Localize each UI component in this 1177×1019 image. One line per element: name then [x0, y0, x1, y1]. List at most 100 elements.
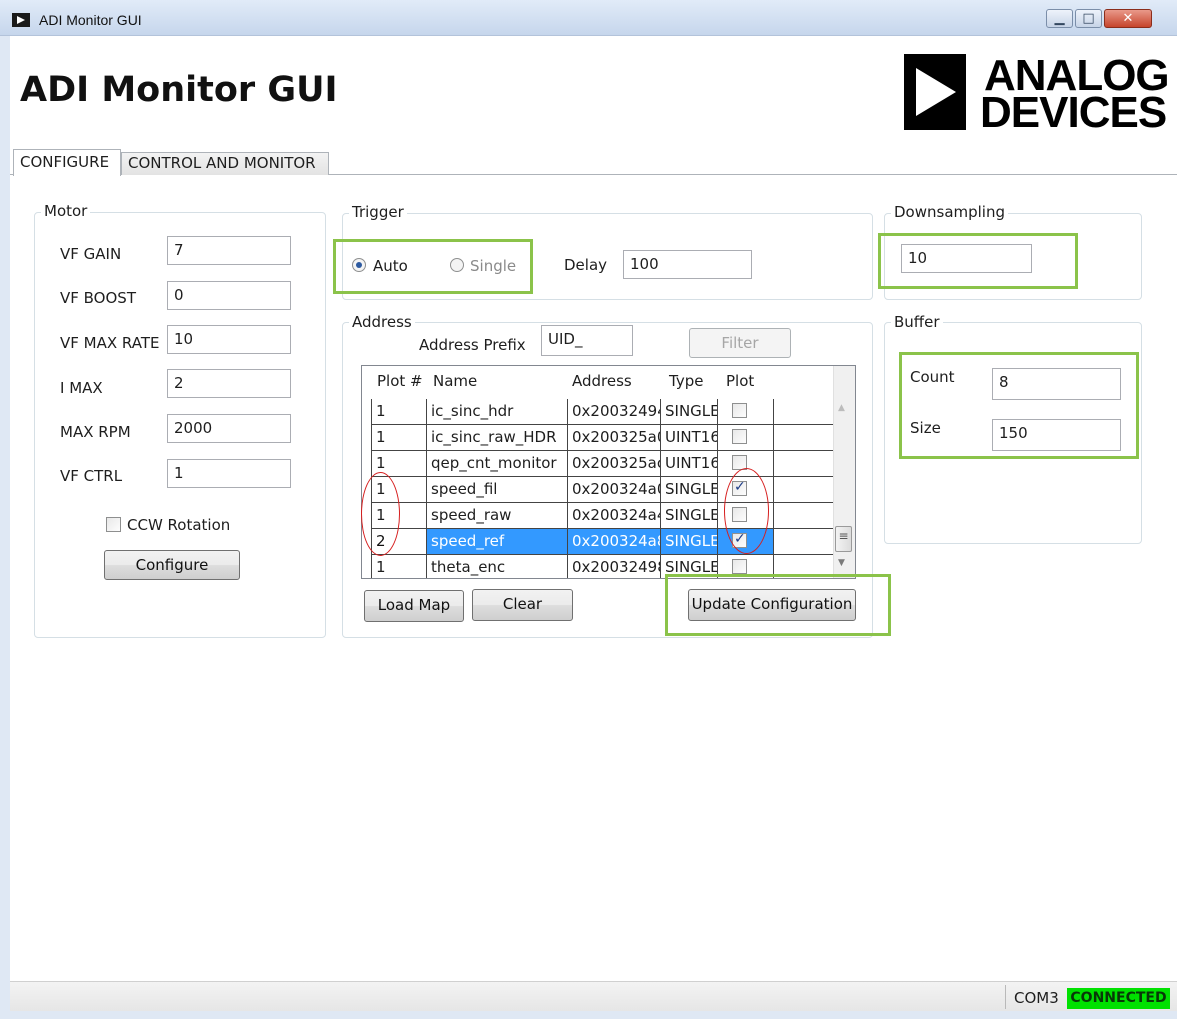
tab-configure[interactable]: CONFIGURE	[13, 149, 121, 176]
connection-status-badge: CONNECTED	[1067, 988, 1170, 1009]
plot-checkbox[interactable]	[732, 429, 747, 444]
title-bar[interactable]	[0, 0, 1177, 36]
ccw-rotation-checkbox[interactable]	[106, 517, 121, 532]
downsampling-field[interactable]: 10	[901, 244, 1032, 273]
load-map-button[interactable]: Load Map	[364, 590, 464, 622]
maximize-icon: □	[1082, 11, 1095, 26]
max-rpm-label: MAX RPM	[60, 423, 131, 441]
address-cell: 0x200324a4	[568, 503, 661, 529]
address-cell: 0x200325a0	[568, 425, 661, 451]
column-header-type[interactable]: Type	[669, 372, 703, 390]
table-row-selected[interactable]: 2 speed_ref 0x200324a8 SINGLE	[371, 529, 836, 555]
scroll-down-arrow-icon[interactable]: ▼	[838, 558, 845, 568]
address-prefix-label: Address Prefix	[419, 336, 526, 354]
plot-number-cell[interactable]: 1	[371, 399, 427, 425]
count-label: Count	[910, 368, 955, 386]
type-cell: UINT16	[661, 451, 718, 477]
close-icon: ✕	[1122, 11, 1134, 26]
i-max-label: I MAX	[60, 379, 103, 397]
type-cell: SINGLE	[661, 503, 718, 529]
table-row[interactable]: 1 ic_sinc_hdr 0x20032494 SINGLE	[371, 399, 836, 425]
plot-checkbox-annotation-ellipse	[724, 468, 769, 554]
window-frame-bottom	[0, 1011, 1177, 1019]
address-cell: 0x20032494	[568, 399, 661, 425]
name-cell: speed_raw	[427, 503, 568, 529]
tab-control-and-monitor[interactable]: CONTROL AND MONITOR	[121, 152, 329, 175]
vf-max-rate-label: VF MAX RATE	[60, 334, 160, 352]
column-header-name[interactable]: Name	[433, 372, 477, 390]
address-cell: 0x20032498	[568, 555, 661, 578]
type-cell: UINT16	[661, 425, 718, 451]
size-label: Size	[910, 419, 941, 437]
vf-ctrl-field[interactable]: 1	[167, 459, 291, 488]
app-icon	[12, 13, 30, 27]
trigger-group-label: Trigger	[349, 203, 407, 221]
vf-max-rate-field[interactable]: 10	[167, 325, 291, 354]
address-cell: 0x200324a0	[568, 477, 661, 503]
update-configuration-button[interactable]: Update Configuration	[688, 589, 856, 621]
filler-cell	[774, 399, 836, 425]
filter-button[interactable]: Filter	[689, 328, 791, 358]
size-field[interactable]: 150	[992, 419, 1121, 451]
minimize-button[interactable]: ▁	[1046, 9, 1073, 28]
filler-cell	[774, 503, 836, 529]
name-cell: speed_ref	[427, 529, 568, 555]
plot-cell	[718, 399, 774, 425]
address-cell: 0x200324a8	[568, 529, 661, 555]
window-frame-left	[0, 36, 10, 1019]
type-cell: SINGLE	[661, 477, 718, 503]
ccw-rotation-label: CCW Rotation	[127, 516, 231, 534]
analog-devices-logo-icon	[904, 54, 966, 130]
name-cell: ic_sinc_raw_HDR	[427, 425, 568, 451]
brand-name-line2: DEVICES	[980, 88, 1167, 137]
vf-gain-label: VF GAIN	[60, 245, 122, 263]
column-header-address[interactable]: Address	[572, 372, 632, 390]
status-separator	[1005, 985, 1006, 1009]
count-field[interactable]: 8	[992, 368, 1121, 400]
i-max-field[interactable]: 2	[167, 369, 291, 398]
scroll-up-arrow-icon[interactable]: ▲	[838, 403, 845, 413]
grip-icon: ≡	[838, 529, 849, 543]
vf-boost-label: VF BOOST	[60, 289, 136, 307]
configure-button[interactable]: Configure	[104, 550, 240, 580]
name-cell: theta_enc	[427, 555, 568, 578]
window-title: ADI Monitor GUI	[39, 12, 142, 28]
vf-gain-field[interactable]: 7	[167, 236, 291, 265]
scrollbar-thumb[interactable]: ≡	[835, 526, 852, 552]
type-cell: SINGLE	[661, 399, 718, 425]
plot-number-annotation-ellipse	[361, 472, 400, 556]
downsampling-group-label: Downsampling	[891, 203, 1009, 221]
table-row[interactable]: 1 ic_sinc_raw_HDR 0x200325a0 UINT16	[371, 425, 836, 451]
plot-checkbox[interactable]	[732, 403, 747, 418]
plot-checkbox[interactable]	[732, 559, 747, 574]
column-header-plot[interactable]: Plot	[726, 372, 754, 390]
column-header-plot-num[interactable]: Plot #	[377, 372, 423, 390]
table-row[interactable]: 1 qep_cnt_monitor 0x200325ac UINT16	[371, 451, 836, 477]
address-table: Plot # Name Address Type Plot 1 ic_sinc_…	[361, 365, 856, 579]
clear-button[interactable]: Clear	[472, 589, 573, 621]
buffer-group-label: Buffer	[891, 313, 943, 331]
page-title: ADI Monitor GUI	[20, 70, 338, 110]
plot-number-cell[interactable]: 1	[371, 555, 427, 578]
auto-radio[interactable]	[352, 258, 366, 272]
filler-cell	[774, 529, 836, 555]
name-cell: ic_sinc_hdr	[427, 399, 568, 425]
plot-cell	[718, 425, 774, 451]
name-cell: qep_cnt_monitor	[427, 451, 568, 477]
plot-number-cell[interactable]: 1	[371, 425, 427, 451]
address-prefix-field[interactable]: UID_	[541, 325, 633, 356]
close-button[interactable]: ✕	[1104, 9, 1152, 28]
filler-cell	[774, 477, 836, 503]
minimize-icon: ▁	[1054, 11, 1065, 26]
single-radio-label: Single	[470, 257, 517, 275]
filler-cell	[774, 425, 836, 451]
vf-boost-field[interactable]: 0	[167, 281, 291, 310]
delay-label: Delay	[564, 256, 608, 274]
com-port-status: COM3	[1014, 989, 1059, 1007]
single-radio[interactable]	[450, 258, 464, 272]
maximize-button[interactable]: □	[1075, 9, 1102, 28]
max-rpm-field[interactable]: 2000	[167, 414, 291, 443]
auto-radio-label: Auto	[373, 257, 408, 275]
address-cell: 0x200325ac	[568, 451, 661, 477]
delay-field[interactable]: 100	[623, 250, 752, 279]
